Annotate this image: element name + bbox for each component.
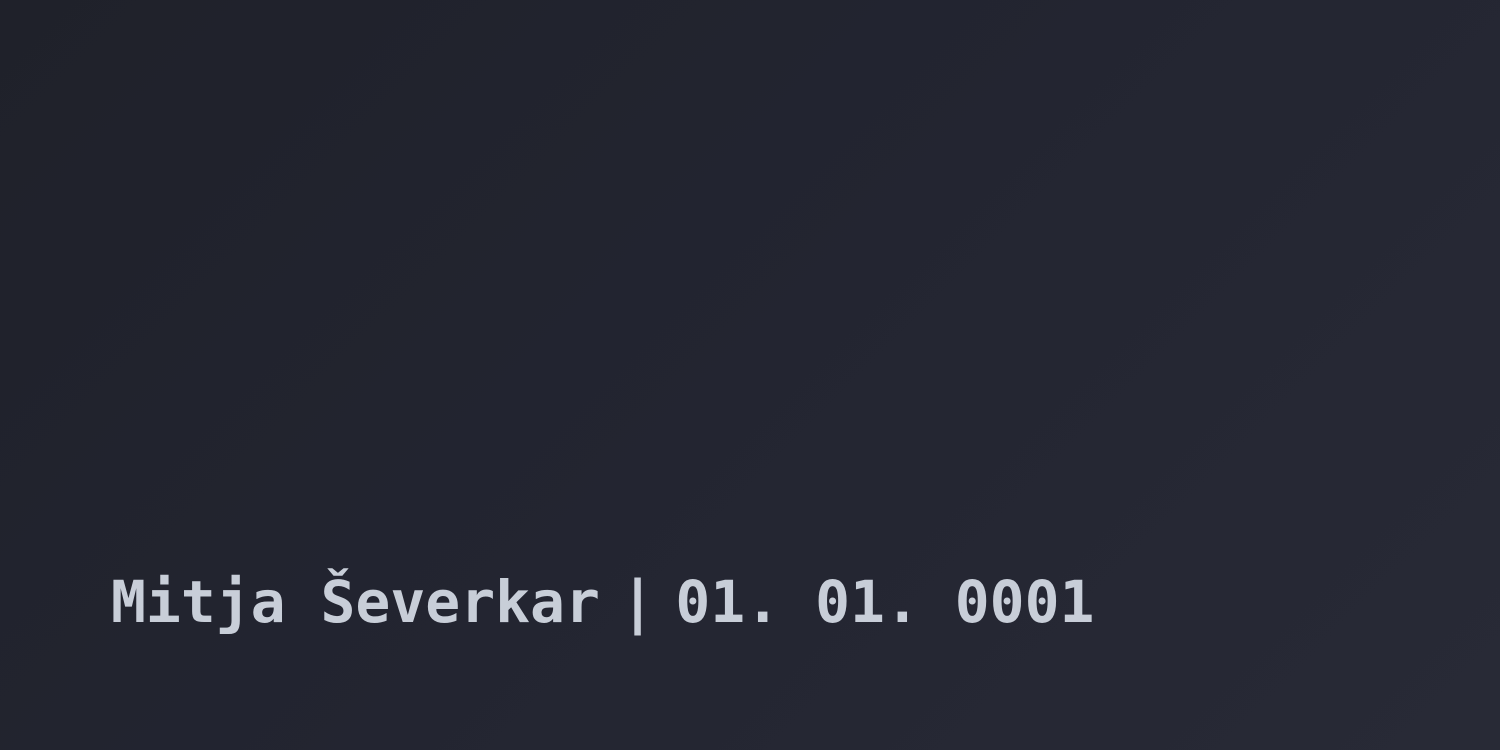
post-date: 01. 01. 0001 [675,568,1095,636]
social-card: Mitja Ševerkar | 01. 01. 0001 [0,0,1500,750]
byline-separator: | [620,568,656,636]
byline: Mitja Ševerkar | 01. 01. 0001 [111,566,1094,638]
author-name: Mitja Ševerkar [111,568,600,636]
